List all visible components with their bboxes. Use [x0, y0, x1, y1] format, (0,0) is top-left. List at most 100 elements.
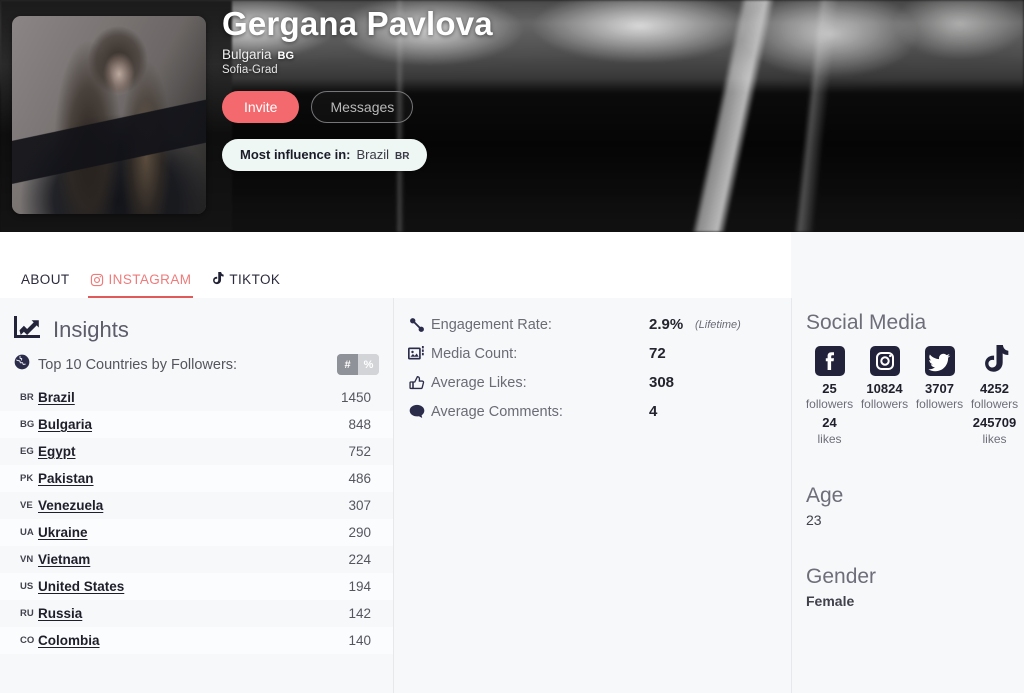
country-code: VE — [20, 500, 33, 511]
social-media-grid: 25 followers 24 likes 10824 followers 3707 foll… — [792, 335, 1024, 447]
tab-about-label: ABOUT — [21, 272, 70, 287]
table-row[interactable]: RU Russia 142 — [0, 600, 393, 627]
instagram-icon — [90, 273, 104, 287]
metric-value: 2.9% — [649, 316, 684, 333]
country-name-link[interactable]: Russia — [38, 606, 82, 621]
country-code: EG — [20, 446, 34, 457]
country-code: PK — [20, 473, 34, 484]
metric-row: Average Comments: 4 — [406, 397, 791, 426]
follower-count: 4252 — [980, 381, 1009, 396]
table-row[interactable]: VN Vietnam 224 — [0, 546, 393, 573]
profile-actions: Invite Messages — [222, 91, 493, 123]
like-count: 245709 — [972, 415, 1017, 430]
country-name-link[interactable]: Ukraine — [38, 525, 88, 540]
profile-location: Bulgaria BG — [222, 47, 493, 62]
age-title: Age — [806, 484, 844, 507]
table-row[interactable]: BR Brazil 1450 — [0, 384, 393, 411]
table-row[interactable]: PK Pakistan 486 — [0, 465, 393, 492]
profile-header-info: Gergana Pavlova Bulgaria BG Sofia-Grad I… — [222, 0, 493, 171]
country-code: UA — [20, 527, 34, 538]
follower-count-unit: followers — [860, 397, 909, 411]
follower-count-unit: followers — [915, 397, 964, 411]
tabstrip: ABOUT INSTAGRAM TIKTOK — [0, 232, 791, 298]
table-row[interactable]: BG Bulgaria 848 — [0, 411, 393, 438]
metric-value: 72 — [649, 345, 666, 362]
country-list: BR Brazil 1450 BG Bulgaria 848 EG Egypt 752 PK Pak… — [0, 384, 393, 654]
count-percent-toggle[interactable]: # % — [337, 354, 379, 375]
follower-count: 25 — [822, 381, 837, 396]
country-name-link[interactable]: Brazil — [38, 390, 75, 405]
country-follower-count: 752 — [348, 444, 371, 459]
country-name-link[interactable]: Egypt — [38, 444, 76, 459]
country-code: US — [20, 581, 34, 592]
follower-count-unit: followers — [970, 397, 1019, 411]
avatar[interactable] — [12, 16, 206, 214]
country-follower-count: 486 — [348, 471, 371, 486]
toggle-count-button[interactable]: # — [337, 354, 358, 375]
social-network-cell[interactable]: 4252 followers 245709 likes — [967, 344, 1022, 447]
age-value: 23 — [806, 512, 822, 528]
country-name-link[interactable]: Vietnam — [38, 552, 90, 567]
insights-header: Insights — [0, 298, 393, 343]
most-influence-badge: Most influence in: Brazil BR — [222, 139, 428, 171]
page-title: Gergana Pavlova — [222, 5, 493, 42]
country-code: BR — [20, 392, 34, 403]
like-count — [912, 415, 967, 431]
avatar-image — [12, 16, 206, 214]
tiktok-icon[interactable] — [967, 344, 1022, 378]
country-name-link[interactable]: United States — [38, 579, 124, 594]
like-count — [857, 415, 912, 431]
country-name-link[interactable]: Bulgaria — [38, 417, 92, 432]
facebook-icon[interactable] — [802, 344, 857, 378]
tabstrip-container: ABOUT INSTAGRAM TIKTOK — [0, 232, 1024, 298]
tab-tiktok[interactable]: TIKTOK — [211, 272, 280, 298]
follower-count-unit: followers — [805, 397, 854, 411]
country-follower-count: 194 — [348, 579, 371, 594]
country-follower-count: 290 — [348, 525, 371, 540]
media-icon — [406, 346, 428, 361]
country-name-link[interactable]: Pakistan — [38, 471, 94, 486]
profile-country: Bulgaria — [222, 47, 272, 62]
tab-instagram-label: INSTAGRAM — [108, 272, 192, 287]
table-row[interactable]: EG Egypt 752 — [0, 438, 393, 465]
metric-row: Engagement Rate: 2.9% (Lifetime) — [406, 310, 791, 339]
most-influence-country-code: BR — [395, 151, 410, 162]
metric-label: Average Likes: — [431, 374, 527, 391]
country-follower-count: 142 — [348, 606, 371, 621]
like-count-unit: likes — [982, 432, 1007, 446]
twitter-icon[interactable] — [912, 344, 967, 378]
tab-tiktok-label: TIKTOK — [229, 272, 281, 287]
comment-icon — [406, 404, 428, 419]
like-count-unit — [912, 432, 967, 447]
invite-button[interactable]: Invite — [222, 91, 300, 123]
metric-label: Media Count: — [431, 345, 518, 362]
most-influence-label: Most influence in: — [240, 147, 351, 162]
metric-list: Engagement Rate: 2.9% (Lifetime) Media Coun… — [394, 298, 791, 426]
most-influence-country: Brazil — [356, 147, 390, 162]
tab-about[interactable]: ABOUT — [21, 272, 70, 298]
like-count: 24 — [822, 415, 837, 430]
table-row[interactable]: UA Ukraine 290 — [0, 519, 393, 546]
tiktok-icon — [211, 272, 224, 287]
social-network-cell[interactable]: 10824 followers — [857, 344, 912, 447]
main-content: Insights Top 10 Countries by Followers: … — [0, 298, 1024, 693]
social-network-cell[interactable]: 3707 followers — [912, 344, 967, 447]
globe-icon — [14, 354, 30, 375]
metric-value: 308 — [649, 374, 675, 391]
insights-title: Insights — [53, 316, 129, 342]
profile-country-code: BG — [277, 50, 295, 62]
profile-banner: Gergana Pavlova Bulgaria BG Sofia-Grad I… — [0, 0, 1024, 232]
instagram-icon[interactable] — [857, 344, 912, 378]
table-row[interactable]: CO Colombia 140 — [0, 627, 393, 654]
tab-instagram[interactable]: INSTAGRAM — [87, 272, 194, 298]
gender-value: Female — [806, 593, 855, 609]
table-row[interactable]: US United States 194 — [0, 573, 393, 600]
metric-row: Media Count: 72 — [406, 339, 791, 368]
country-follower-count: 848 — [348, 417, 371, 432]
toggle-percent-button[interactable]: % — [358, 354, 379, 375]
messages-button[interactable]: Messages — [311, 91, 414, 123]
table-row[interactable]: VE Venezuela 307 — [0, 492, 393, 519]
country-name-link[interactable]: Venezuela — [38, 498, 103, 513]
social-network-cell[interactable]: 25 followers 24 likes — [802, 344, 857, 447]
country-name-link[interactable]: Colombia — [38, 633, 100, 648]
